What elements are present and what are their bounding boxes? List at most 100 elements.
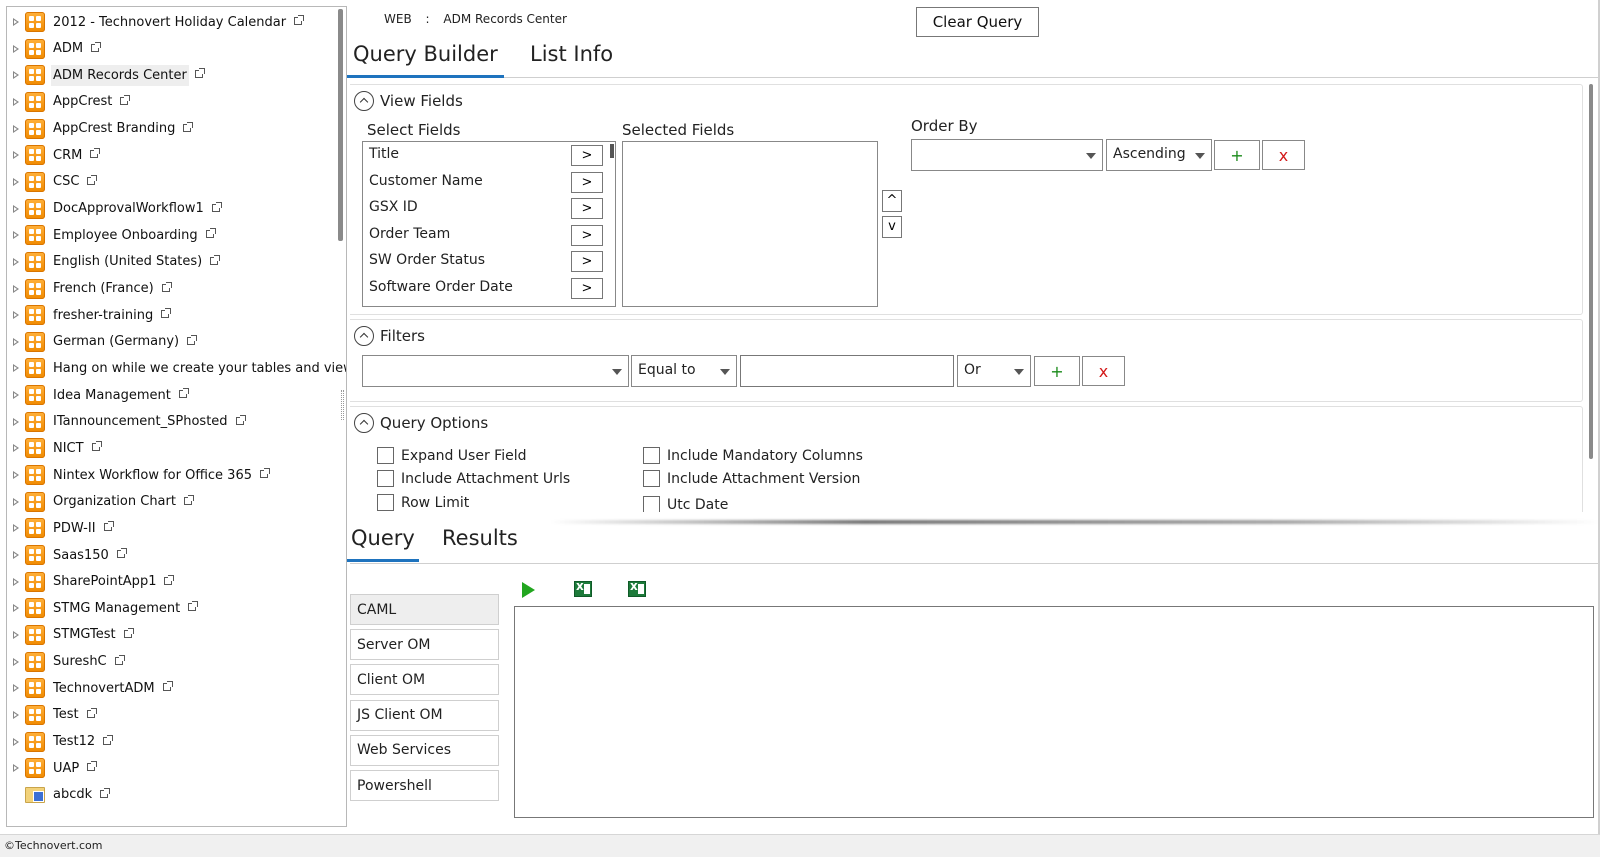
add-order-button[interactable]: + [1214, 140, 1260, 170]
external-link-icon[interactable] [187, 334, 198, 345]
option-include-attachment-urls[interactable]: Include Attachment Urls [377, 470, 570, 487]
sidebar-scrollbar[interactable] [338, 9, 343, 241]
expand-arrow-icon[interactable] [13, 657, 19, 666]
selected-fields-list[interactable] [622, 141, 878, 307]
pane-splitter[interactable] [341, 390, 344, 420]
expand-arrow-icon[interactable] [13, 604, 19, 613]
option-include-mandatory-columns[interactable]: Include Mandatory Columns [643, 447, 863, 464]
move-up-button[interactable]: ^ [882, 190, 902, 212]
expand-arrow-icon[interactable] [13, 737, 19, 746]
expand-arrow-icon[interactable] [13, 97, 19, 106]
tree-item[interactable]: Idea Management [7, 382, 189, 408]
run-query-button[interactable] [522, 582, 540, 600]
language-tab[interactable]: CAML [350, 594, 499, 625]
tree-item[interactable]: SureshC [7, 649, 125, 675]
tree-item[interactable]: NICT [7, 435, 102, 461]
remove-order-button[interactable]: x [1262, 140, 1305, 170]
query-code-area[interactable] [514, 606, 1594, 818]
external-link-icon[interactable] [260, 468, 270, 479]
tab-query-builder[interactable]: Query Builder [347, 42, 504, 78]
collapse-icon[interactable] [354, 326, 374, 346]
expand-arrow-icon[interactable] [13, 710, 19, 719]
tree-item[interactable]: Test [7, 702, 97, 728]
external-link-icon[interactable] [210, 254, 221, 265]
language-tab[interactable]: JS Client OM [350, 699, 499, 731]
expand-arrow-icon[interactable] [13, 18, 19, 26]
expand-arrow-icon[interactable] [13, 417, 19, 426]
filters-header[interactable]: Filters [354, 326, 425, 346]
external-link-icon[interactable] [235, 414, 246, 425]
checkbox[interactable] [377, 447, 394, 464]
external-link-icon[interactable] [116, 548, 127, 558]
external-link-icon[interactable] [114, 654, 125, 665]
checkbox[interactable] [643, 447, 660, 464]
view-fields-header[interactable]: View Fields [354, 91, 463, 111]
expand-arrow-icon[interactable] [13, 444, 19, 453]
expand-arrow-icon[interactable] [13, 497, 19, 506]
field-list-item[interactable]: SW Order Status > [363, 248, 615, 275]
tree-item[interactable]: UAP [7, 755, 98, 781]
tree-item[interactable]: ADM [7, 36, 102, 62]
expand-arrow-icon[interactable] [13, 204, 19, 213]
checkbox[interactable] [377, 470, 394, 487]
external-link-icon[interactable] [164, 574, 175, 585]
filter-field-select[interactable] [362, 355, 629, 387]
expand-arrow-icon[interactable] [13, 311, 19, 320]
option-include-attachment-version[interactable]: Include Attachment Version [643, 470, 860, 487]
tree-item[interactable]: PDW-II [7, 515, 114, 541]
filter-value-input[interactable] [740, 355, 954, 387]
tree-item[interactable]: Organization Chart [7, 489, 194, 515]
filter-operator-select[interactable]: Equal to [631, 355, 737, 387]
tree-item[interactable]: CSC [7, 169, 98, 195]
add-filter-button[interactable]: + [1034, 356, 1080, 386]
tab-list-info[interactable]: List Info [524, 42, 619, 78]
expand-arrow-icon[interactable] [13, 364, 19, 373]
move-down-button[interactable]: v [882, 216, 902, 238]
add-field-button[interactable]: > [571, 145, 603, 166]
export-excel-button[interactable] [574, 579, 592, 599]
option-expand-user-field[interactable]: Expand User Field [377, 447, 526, 464]
site-tree[interactable]: 2012 - Technovert Holiday Calendar ADM ADM… [6, 6, 347, 827]
external-link-icon[interactable] [161, 281, 172, 292]
external-link-icon[interactable] [91, 441, 102, 452]
add-field-button[interactable]: > [571, 278, 603, 299]
query-builder-scrollbar[interactable] [1589, 84, 1593, 459]
field-list-item[interactable]: GSX ID > [363, 195, 615, 222]
tree-item[interactable]: DocApprovalWorkflow1 [7, 196, 222, 222]
expand-arrow-icon[interactable] [13, 764, 19, 773]
order-by-field-select[interactable] [911, 139, 1103, 171]
tree-item[interactable]: STMGTest [7, 622, 134, 648]
tree-item[interactable]: SharePointApp1 [7, 569, 175, 595]
expand-arrow-icon[interactable] [13, 71, 19, 80]
external-link-icon[interactable] [205, 228, 216, 239]
checkbox[interactable] [643, 496, 660, 512]
option-utc-date[interactable]: Utc Date [643, 496, 728, 512]
expand-arrow-icon[interactable] [13, 124, 19, 133]
tree-item[interactable]: ITannouncement_SPhosted [7, 409, 246, 435]
expand-arrow-icon[interactable] [13, 524, 19, 533]
checkbox[interactable] [377, 494, 394, 511]
tree-item[interactable]: ADM Records Center [7, 62, 205, 88]
order-direction-select[interactable]: Ascending [1106, 139, 1212, 171]
external-link-icon[interactable] [103, 734, 114, 745]
expand-arrow-icon[interactable] [13, 577, 19, 586]
field-list-item[interactable]: Software Order Date > [363, 275, 615, 302]
expand-arrow-icon[interactable] [13, 284, 19, 293]
expand-arrow-icon[interactable] [13, 391, 19, 400]
tree-item[interactable]: STMG Management [7, 595, 199, 621]
filter-conjunction-select[interactable]: Or [957, 355, 1031, 387]
external-link-icon[interactable] [194, 68, 205, 79]
tree-item[interactable]: English (United States) [7, 249, 221, 275]
external-link-icon[interactable] [294, 15, 305, 25]
add-field-button[interactable]: > [571, 251, 603, 273]
field-list-item[interactable]: Order Team > [363, 222, 615, 249]
external-link-icon[interactable] [188, 601, 199, 612]
tree-item[interactable]: AppCrest Branding [7, 116, 194, 142]
collapse-icon[interactable] [354, 413, 374, 433]
external-link-icon[interactable] [123, 627, 134, 638]
tree-item[interactable]: Saas150 [7, 542, 127, 568]
expand-arrow-icon[interactable] [13, 231, 19, 240]
tab-results[interactable]: Results [438, 526, 522, 562]
language-tab[interactable]: Web Services [350, 734, 499, 766]
tree-item[interactable]: Test12 [7, 729, 114, 755]
